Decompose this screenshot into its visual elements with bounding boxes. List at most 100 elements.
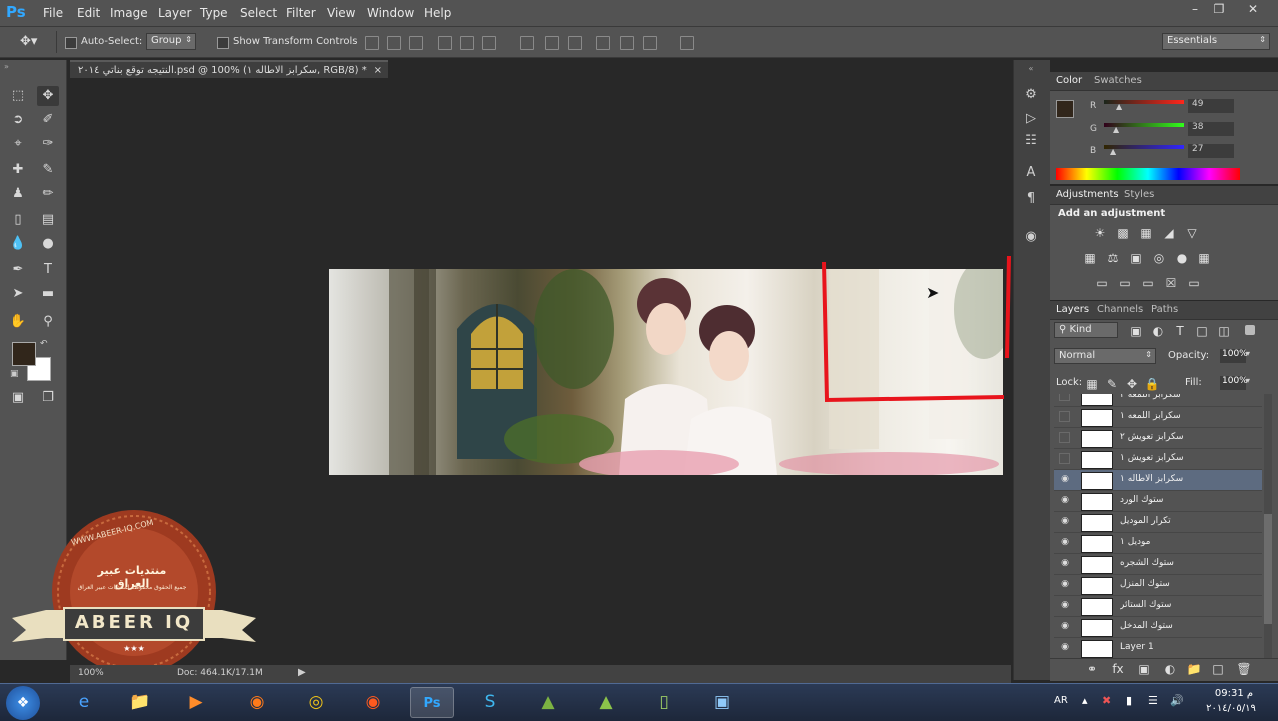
layer-name[interactable]: ستوك المدخل	[1120, 621, 1240, 631]
layer-name[interactable]: Layer 1	[1120, 642, 1240, 652]
layer-row[interactable]: ◉ Layer 1	[1054, 638, 1262, 658]
new-adjustment-icon[interactable]: ◐	[1162, 662, 1178, 676]
layer-thumbnail[interactable]	[1081, 556, 1113, 574]
collapse-dock-icon[interactable]: «	[1013, 64, 1049, 73]
filter-adjustment-icon[interactable]: ◐	[1150, 324, 1166, 338]
auto-select-checkbox[interactable]	[65, 37, 77, 49]
align-right-icon[interactable]	[482, 36, 496, 50]
layer-thumbnail[interactable]	[1081, 598, 1113, 616]
layer-name[interactable]: ستوك الورد	[1120, 495, 1240, 505]
layer-thumbnail[interactable]	[1081, 577, 1113, 595]
crop-tool-icon[interactable]: ⌖	[7, 134, 29, 154]
minimize-icon[interactable]: –	[1184, 2, 1206, 20]
eye-icon[interactable]: ◉	[1059, 495, 1071, 507]
layer-row[interactable]: سكرابز تعويش ٢	[1054, 428, 1262, 449]
language-indicator[interactable]: AR	[1054, 695, 1068, 706]
curves-icon[interactable]: ▦	[1138, 226, 1154, 240]
layer-name[interactable]: ستوك الشجره	[1120, 558, 1240, 568]
layer-row[interactable]: ◉ ستوك المدخل	[1054, 617, 1262, 638]
distribute-hcenter-icon[interactable]	[620, 36, 634, 50]
blur-tool-icon[interactable]: 💧	[7, 234, 29, 254]
filter-pixel-icon[interactable]: ▣	[1128, 324, 1144, 338]
color-balance-icon[interactable]: ⚖	[1105, 251, 1121, 265]
invert-icon[interactable]: ▭	[1094, 276, 1110, 290]
layer-style-icon[interactable]: fx	[1110, 662, 1126, 676]
auto-align-icon[interactable]	[680, 36, 694, 50]
distribute-bottom-icon[interactable]	[568, 36, 582, 50]
r-value-field[interactable]: 49	[1188, 99, 1234, 113]
distribute-left-icon[interactable]	[596, 36, 610, 50]
healing-brush-tool-icon[interactable]: ✚	[7, 160, 29, 180]
swap-colors-icon[interactable]: ↶	[40, 339, 48, 349]
close-icon[interactable]: ✕	[1242, 2, 1264, 20]
align-left-icon[interactable]	[438, 36, 452, 50]
menu-select[interactable]: Select	[240, 6, 277, 20]
g-slider-thumb[interactable]: ▲	[1113, 125, 1119, 134]
network-error-icon[interactable]: ✖	[1102, 694, 1111, 707]
layer-thumbnail[interactable]	[1081, 394, 1113, 406]
layer-thumbnail[interactable]	[1081, 409, 1113, 427]
default-colors-icon[interactable]: ▣	[10, 369, 19, 379]
g-value-field[interactable]: 38	[1188, 122, 1234, 136]
lock-image-icon[interactable]: ✎	[1104, 377, 1120, 391]
layer-thumbnail[interactable]	[1081, 619, 1113, 637]
filter-shape-icon[interactable]: □	[1194, 324, 1210, 338]
zoom-tool-icon[interactable]: ⚲	[37, 312, 59, 332]
internet-explorer-icon[interactable]: e	[62, 687, 106, 718]
menu-file[interactable]: File	[43, 6, 63, 20]
exposure-icon[interactable]: ◢	[1161, 226, 1177, 240]
show-transform-checkbox[interactable]	[217, 37, 229, 49]
move-tool-preset-icon[interactable]: ✥▾	[20, 34, 37, 49]
eye-icon[interactable]: ◉	[1059, 579, 1071, 591]
layers-scrollbar[interactable]	[1264, 394, 1272, 658]
tab-paths[interactable]: Paths	[1151, 304, 1178, 315]
lock-transparent-icon[interactable]: ▦	[1084, 377, 1100, 391]
gradient-tool-icon[interactable]: ▤	[37, 210, 59, 230]
eraser-tool-icon[interactable]: ▯	[7, 210, 29, 230]
move-tool-icon[interactable]: ✥	[37, 86, 59, 106]
levels-icon[interactable]: ▩	[1115, 226, 1131, 240]
opacity-field[interactable]: 100%	[1220, 349, 1248, 363]
new-layer-icon[interactable]: □	[1210, 662, 1226, 676]
filter-toggle[interactable]	[1245, 325, 1255, 335]
posterize-icon[interactable]: ▭	[1117, 276, 1133, 290]
opera-icon[interactable]: ◉	[351, 687, 395, 718]
quick-selection-tool-icon[interactable]: ✐	[37, 110, 59, 130]
lasso-tool-icon[interactable]: ➲	[7, 110, 29, 130]
pen-tool-icon[interactable]: ✒	[7, 260, 29, 280]
close-document-icon[interactable]: ×	[374, 62, 382, 80]
color-spectrum-ramp[interactable]	[1056, 168, 1240, 180]
layer-thumbnail[interactable]	[1081, 640, 1113, 658]
lock-all-icon[interactable]: 🔒	[1144, 377, 1160, 391]
firefox-icon[interactable]: ◉	[235, 687, 279, 718]
eyedropper-tool-icon[interactable]: ✑	[37, 134, 59, 154]
blend-mode-dropdown[interactable]: Normal ⇕	[1054, 348, 1156, 364]
eye-icon[interactable]: ◉	[1059, 537, 1071, 549]
layer-thumbnail[interactable]	[1081, 514, 1113, 532]
character-icon[interactable]: A	[1019, 162, 1043, 184]
eye-icon[interactable]: ◉	[1059, 642, 1071, 654]
tab-adjustments[interactable]: Adjustments	[1056, 189, 1119, 200]
skype-icon[interactable]: S	[468, 687, 512, 718]
menu-edit[interactable]: Edit	[77, 6, 100, 20]
dodge-tool-icon[interactable]: ●	[37, 234, 59, 254]
app-icon-1[interactable]: ▲	[526, 687, 570, 718]
type-tool-icon[interactable]: T	[37, 260, 59, 280]
layer-name[interactable]: سكرابز اللمعه ٢	[1120, 394, 1240, 400]
selective-color-icon[interactable]: ☒	[1163, 276, 1179, 290]
layer-row[interactable]: ◉ تكرار الموديل	[1054, 512, 1262, 533]
collapse-toolbox-icon[interactable]: »	[4, 62, 9, 71]
start-button-icon[interactable]: ❖	[6, 686, 40, 720]
hand-tool-icon[interactable]: ✋	[7, 312, 29, 332]
color-lookup-icon[interactable]: ▦	[1196, 251, 1212, 265]
layer-name[interactable]: ستوك المنزل	[1120, 579, 1240, 589]
layer-name[interactable]: تكرار الموديل	[1120, 516, 1240, 526]
layers-list[interactable]: سكرابز اللمعه ٢ سكرابز اللمعه ١ سكرابز تعو…	[1054, 394, 1262, 658]
layer-row[interactable]: ◉ موديل ١	[1054, 533, 1262, 554]
tab-styles[interactable]: Styles	[1124, 189, 1154, 200]
gradient-map-icon[interactable]: ▭	[1186, 276, 1202, 290]
status-menu-icon[interactable]: ▶	[298, 667, 306, 678]
menu-type[interactable]: Type	[200, 6, 228, 20]
menu-layer[interactable]: Layer	[158, 6, 191, 20]
layer-thumbnail[interactable]	[1081, 493, 1113, 511]
